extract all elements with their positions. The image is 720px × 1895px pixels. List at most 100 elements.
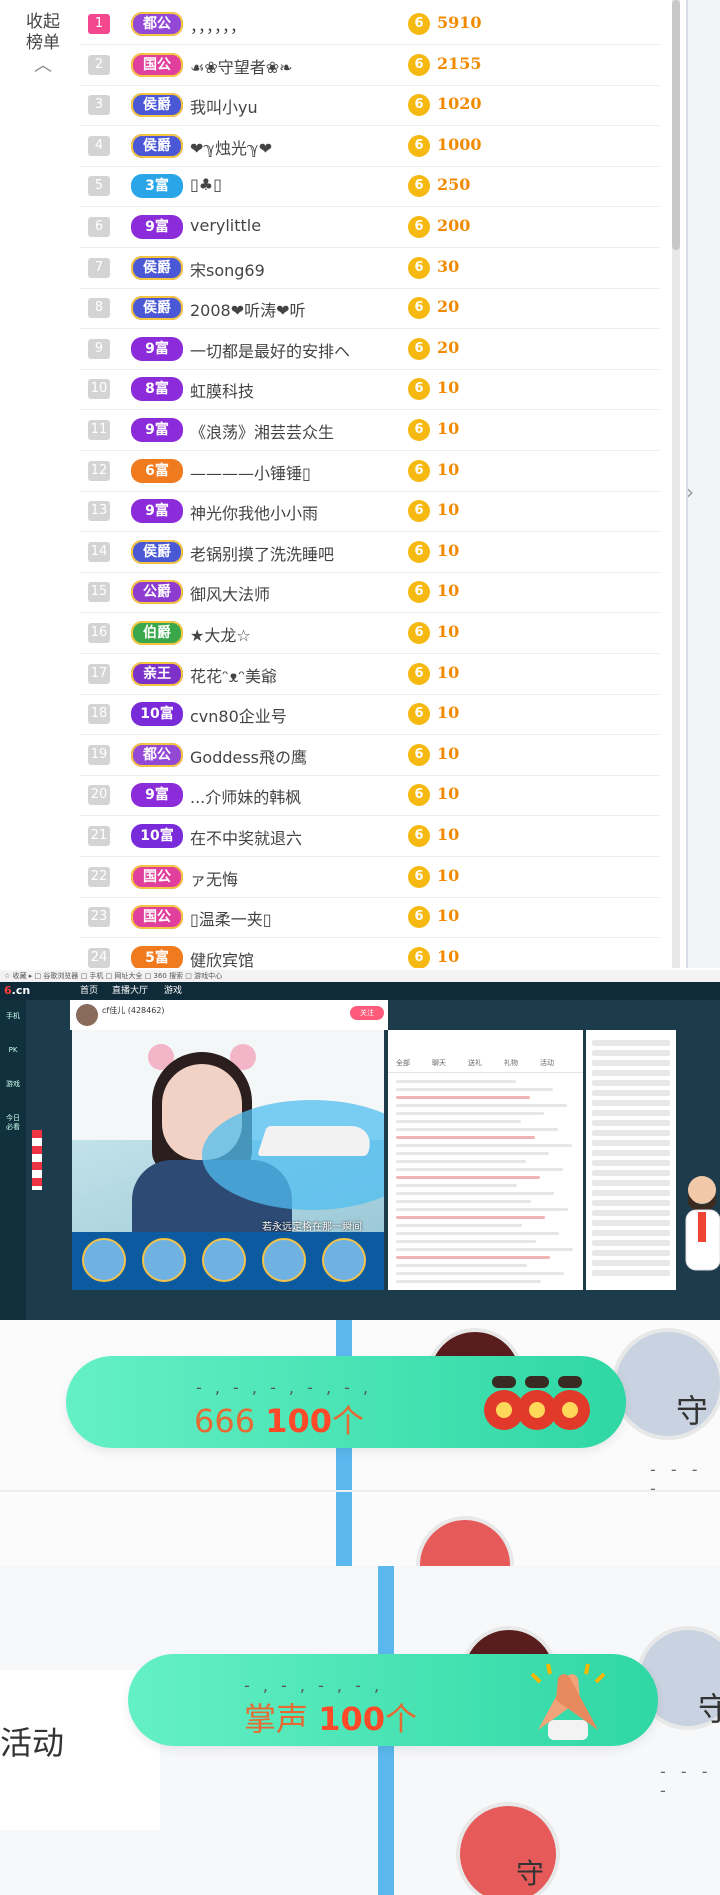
user-name[interactable]: ▯♣▯ [190, 175, 222, 194]
user-name[interactable]: ☙❀守望者❀❧ [190, 54, 293, 78]
user-name[interactable]: ▯温柔一夹▯ [190, 906, 272, 930]
audience-item[interactable] [592, 1250, 670, 1256]
audience-item[interactable] [592, 1230, 670, 1236]
lips-avatar[interactable] [456, 1802, 560, 1895]
user-name[interactable]: Goddess飛の鹰 [190, 744, 307, 768]
ranking-row[interactable]: 24 5富 健欣宾馆 6 10 [80, 938, 660, 968]
audience-item[interactable] [592, 1110, 670, 1116]
ranking-row[interactable]: 21 10富 在不中奖就退六 6 10 [80, 816, 660, 857]
ranking-row[interactable]: 1 都公 ，，，，，， 6 5910 [80, 4, 660, 45]
audience-item[interactable] [592, 1090, 670, 1096]
user-name[interactable]: verylittle [190, 216, 261, 235]
left-nav-pk[interactable]: PK [4, 1046, 22, 1055]
nav-games[interactable]: 游戏 [164, 982, 182, 1000]
follow-button[interactable]: 关注 [350, 1006, 384, 1020]
user-name[interactable]: 我叫小yu [190, 94, 258, 118]
ranking-row[interactable]: 8 侯爵 2008❤听涛❤听 6 20 [80, 288, 660, 330]
user-name[interactable]: 老锅别摸了洗洗睡吧 [190, 541, 334, 565]
user-name[interactable]: ，，，，，， [190, 13, 246, 37]
lips-avatar[interactable] [416, 1516, 514, 1566]
ranking-row[interactable]: 10 8富 虹膜科技 6 10 [80, 369, 660, 411]
chat-message [396, 1136, 535, 1139]
ranking-row[interactable]: 5 3富 ▯♣▯ 6 250 [80, 166, 660, 208]
scrollbar-thumb[interactable] [672, 0, 680, 250]
user-name[interactable]: 一切都是最好的安排ヘ [190, 338, 350, 362]
activity-label[interactable]: 活动 [0, 1718, 64, 1764]
audience-item[interactable] [592, 1240, 670, 1246]
tab-gifts-sent[interactable]: 送礼 [468, 1058, 482, 1068]
user-name[interactable]: 《浪荡》湘芸芸众生 [190, 419, 334, 443]
audience-item[interactable] [592, 1100, 670, 1106]
audience-item[interactable] [592, 1270, 670, 1276]
anchor-avatar[interactable] [76, 1004, 98, 1026]
left-nav-today[interactable]: 今日必看 [4, 1114, 22, 1132]
audience-item[interactable] [592, 1060, 670, 1066]
collapse-ranking-button[interactable]: 收起 榜单 ︿ [18, 12, 68, 75]
audience-item[interactable] [592, 1040, 670, 1046]
nav-home[interactable]: 首页 [80, 982, 98, 1000]
user-name[interactable]: 2008❤听涛❤听 [190, 297, 306, 321]
ranking-row[interactable]: 20 9富 ...介师妹的韩枫 6 10 [80, 775, 660, 817]
audience-item[interactable] [592, 1120, 670, 1126]
audience-item[interactable] [592, 1150, 670, 1156]
user-name[interactable]: 宋song69 [190, 257, 265, 281]
user-name[interactable]: ————小锤锤▯ [190, 460, 311, 484]
tab-activity[interactable]: 活动 [540, 1058, 554, 1068]
audience-item[interactable] [592, 1220, 670, 1226]
audience-item[interactable] [592, 1070, 670, 1076]
audience-item[interactable] [592, 1160, 670, 1166]
audience-item[interactable] [592, 1210, 670, 1216]
ranking-row[interactable]: 17 亲王 花花ᵔᴥᵔ美爺 6 10 [80, 654, 660, 695]
ranking-row[interactable]: 7 侯爵 宋song69 6 30 [80, 248, 660, 289]
user-name[interactable]: 御风大法师 [190, 581, 270, 605]
ranking-row[interactable]: 16 伯爵 ★大龙☆ 6 10 [80, 613, 660, 654]
audience-item[interactable] [592, 1170, 670, 1176]
audience-item[interactable] [592, 1200, 670, 1206]
nav-live-hall[interactable]: 直播大厅 [112, 982, 148, 1000]
video-player[interactable]: 若永远定格在那一瞬间 [72, 1030, 384, 1232]
audience-item[interactable] [592, 1050, 670, 1056]
user-name[interactable]: ★大龙☆ [190, 622, 251, 646]
site-logo[interactable]: 6.cn [4, 982, 30, 1000]
audience-item[interactable] [592, 1190, 670, 1196]
ranking-row[interactable]: 13 9富 神光你我他小小雨 6 10 [80, 491, 660, 533]
left-nav-game[interactable]: 游戏 [4, 1080, 22, 1089]
tab-chat[interactable]: 聊天 [432, 1058, 446, 1068]
user-name[interactable]: ...介师妹的韩枫 [190, 784, 301, 808]
user-name[interactable]: 健欣宾馆 [190, 947, 254, 968]
ranking-row[interactable]: 19 都公 Goddess飛の鹰 6 10 [80, 735, 660, 776]
gift-item[interactable] [322, 1238, 366, 1282]
user-name[interactable]: 在不中奖就退六 [190, 825, 302, 849]
chevron-right-icon[interactable]: › [686, 480, 694, 504]
user-name[interactable]: 神光你我他小小雨 [190, 500, 318, 524]
ranking-row[interactable]: 2 国公 ☙❀守望者❀❧ 6 2155 [80, 45, 660, 86]
ranking-row[interactable]: 23 国公 ▯温柔一夹▯ 6 10 [80, 897, 660, 939]
user-name[interactable]: cvn80企业号 [190, 703, 287, 727]
ranking-row[interactable]: 22 国公 ァ无悔 6 10 [80, 857, 660, 898]
ranking-row[interactable]: 11 9富 《浪荡》湘芸芸众生 6 10 [80, 410, 660, 451]
audience-item[interactable] [592, 1080, 670, 1086]
ranking-row[interactable]: 18 10富 cvn80企业号 6 10 [80, 694, 660, 736]
left-nav-mobile[interactable]: 手机 [4, 1012, 22, 1021]
user-name[interactable]: 花花ᵔᴥᵔ美爺 [190, 663, 277, 687]
ranking-row[interactable]: 3 侯爵 我叫小yu 6 1020 [80, 85, 660, 127]
audience-item[interactable] [592, 1180, 670, 1186]
ranking-row[interactable]: 12 6富 ————小锤锤▯ 6 10 [80, 451, 660, 492]
user-name[interactable]: ❤ℽ烛光ℽ❤ [190, 135, 272, 159]
ranking-row[interactable]: 6 9富 verylittle 6 200 [80, 207, 660, 248]
tab-gifts[interactable]: 礼物 [504, 1058, 518, 1068]
gift-item[interactable] [82, 1238, 126, 1282]
ranking-row[interactable]: 15 公爵 御风大法师 6 10 [80, 572, 660, 614]
ranking-row[interactable]: 14 侯爵 老锅别摸了洗洗睡吧 6 10 [80, 532, 660, 573]
tab-all[interactable]: 全部 [396, 1058, 410, 1068]
user-name[interactable]: 虹膜科技 [190, 378, 254, 402]
gift-item[interactable] [142, 1238, 186, 1282]
audience-item[interactable] [592, 1130, 670, 1136]
user-name[interactable]: ァ无悔 [190, 866, 238, 890]
ranking-row[interactable]: 9 9富 一切都是最好的安排ヘ 6 20 [80, 329, 660, 370]
audience-item[interactable] [592, 1260, 670, 1266]
gift-item[interactable] [262, 1238, 306, 1282]
audience-item[interactable] [592, 1140, 670, 1146]
gift-item[interactable] [202, 1238, 246, 1282]
ranking-row[interactable]: 4 侯爵 ❤ℽ烛光ℽ❤ 6 1000 [80, 126, 660, 167]
